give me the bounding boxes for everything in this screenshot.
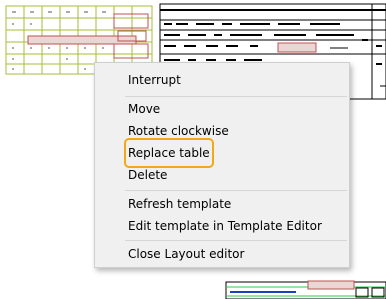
menu-item-label: Edit template in Template Editor	[128, 219, 322, 233]
menu-item-refresh-template[interactable]: Refresh template	[95, 193, 349, 215]
menu-item-label: Interrupt	[128, 73, 181, 87]
menu-item-label: Replace table	[124, 138, 214, 168]
menu-item-label: Refresh template	[128, 197, 232, 211]
menu-item-close-layout-editor[interactable]: Close Layout editor	[95, 243, 349, 265]
menu-item-label: Rotate clockwise	[128, 124, 229, 138]
context-menu[interactable]: Interrupt Move Rotate clockwise Replace …	[94, 62, 350, 268]
menu-item-label: Close Layout editor	[128, 247, 245, 261]
menu-separator	[125, 240, 347, 241]
menu-separator	[125, 96, 347, 97]
menu-item-replace-table[interactable]: Replace table	[95, 138, 349, 168]
menu-item-move[interactable]: Move	[95, 98, 349, 120]
menu-item-label: Delete	[128, 168, 168, 182]
menu-item-label: Move	[128, 102, 161, 116]
menu-separator	[125, 190, 347, 191]
menu-item-edit-template[interactable]: Edit template in Template Editor	[95, 215, 349, 237]
bottom-table[interactable]	[225, 280, 386, 299]
menu-item-interrupt[interactable]: Interrupt	[95, 69, 349, 91]
layout-editor-canvas[interactable]: Interrupt Move Rotate clockwise Replace …	[0, 0, 386, 299]
menu-item-delete[interactable]: Delete	[95, 164, 349, 186]
menu-item-rotate-clockwise[interactable]: Rotate clockwise	[95, 120, 349, 142]
